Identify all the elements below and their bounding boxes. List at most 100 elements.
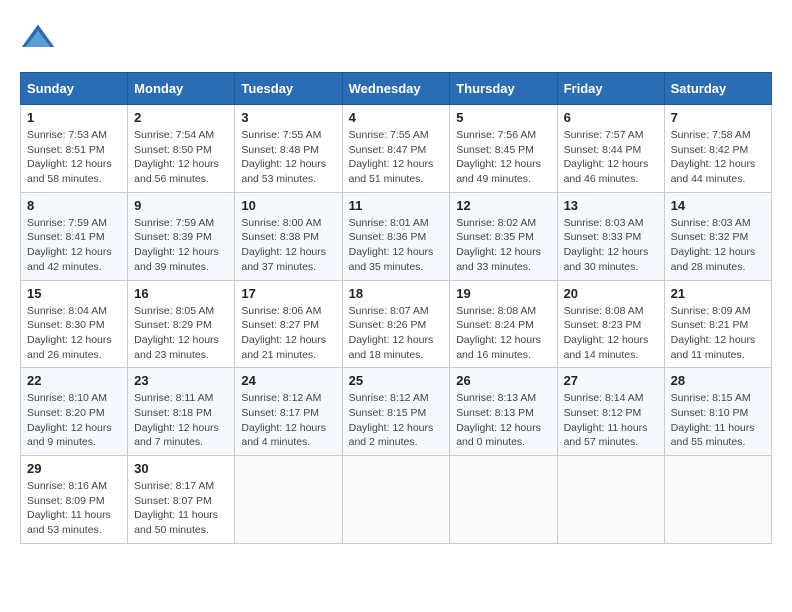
day-info: Sunrise: 8:10 AM Sunset: 8:20 PM Dayligh… bbox=[27, 391, 121, 450]
day-info: Sunrise: 7:58 AM Sunset: 8:42 PM Dayligh… bbox=[671, 128, 765, 187]
day-number: 25 bbox=[349, 373, 444, 388]
calendar-cell bbox=[664, 456, 771, 544]
day-info: Sunrise: 7:53 AM Sunset: 8:51 PM Dayligh… bbox=[27, 128, 121, 187]
calendar-cell: 28 Sunrise: 8:15 AM Sunset: 8:10 PM Dayli… bbox=[664, 368, 771, 456]
calendar-cell: 12 Sunrise: 8:02 AM Sunset: 8:35 PM Dayli… bbox=[450, 192, 557, 280]
column-header-thursday: Thursday bbox=[450, 73, 557, 105]
calendar-cell: 29 Sunrise: 8:16 AM Sunset: 8:09 PM Dayli… bbox=[21, 456, 128, 544]
day-info: Sunrise: 8:00 AM Sunset: 8:38 PM Dayligh… bbox=[241, 216, 335, 275]
day-info: Sunrise: 7:57 AM Sunset: 8:44 PM Dayligh… bbox=[564, 128, 658, 187]
day-info: Sunrise: 8:09 AM Sunset: 8:21 PM Dayligh… bbox=[671, 304, 765, 363]
column-header-saturday: Saturday bbox=[664, 73, 771, 105]
calendar-cell: 15 Sunrise: 8:04 AM Sunset: 8:30 PM Dayli… bbox=[21, 280, 128, 368]
page-header bbox=[20, 20, 772, 56]
day-number: 18 bbox=[349, 286, 444, 301]
day-number: 12 bbox=[456, 198, 550, 213]
calendar-cell: 18 Sunrise: 8:07 AM Sunset: 8:26 PM Dayli… bbox=[342, 280, 450, 368]
calendar-cell: 8 Sunrise: 7:59 AM Sunset: 8:41 PM Daylig… bbox=[21, 192, 128, 280]
calendar-cell: 11Sunrise: 8:01 AM Sunset: 8:36 PM Dayli… bbox=[342, 192, 450, 280]
day-number: 21 bbox=[671, 286, 765, 301]
day-info: Sunrise: 8:04 AM Sunset: 8:30 PM Dayligh… bbox=[27, 304, 121, 363]
day-number: 13 bbox=[564, 198, 658, 213]
day-number: 11 bbox=[349, 198, 444, 213]
calendar-cell bbox=[235, 456, 342, 544]
day-number: 1 bbox=[27, 110, 121, 125]
day-number: 17 bbox=[241, 286, 335, 301]
day-info: Sunrise: 7:59 AM Sunset: 8:41 PM Dayligh… bbox=[27, 216, 121, 275]
calendar-cell: 17 Sunrise: 8:06 AM Sunset: 8:27 PM Dayli… bbox=[235, 280, 342, 368]
calendar-header: SundayMondayTuesdayWednesdayThursdayFrid… bbox=[21, 73, 772, 105]
day-info: Sunrise: 8:07 AM Sunset: 8:26 PM Dayligh… bbox=[349, 304, 444, 363]
logo bbox=[20, 20, 60, 56]
calendar-cell: 9 Sunrise: 7:59 AM Sunset: 8:39 PM Daylig… bbox=[128, 192, 235, 280]
column-header-monday: Monday bbox=[128, 73, 235, 105]
calendar-week-5: 29 Sunrise: 8:16 AM Sunset: 8:09 PM Dayli… bbox=[21, 456, 772, 544]
calendar-week-2: 8 Sunrise: 7:59 AM Sunset: 8:41 PM Daylig… bbox=[21, 192, 772, 280]
day-number: 30 bbox=[134, 461, 228, 476]
day-info: Sunrise: 7:54 AM Sunset: 8:50 PM Dayligh… bbox=[134, 128, 228, 187]
day-number: 9 bbox=[134, 198, 228, 213]
day-info: Sunrise: 8:05 AM Sunset: 8:29 PM Dayligh… bbox=[134, 304, 228, 363]
column-header-sunday: Sunday bbox=[21, 73, 128, 105]
calendar-cell: 7 Sunrise: 7:58 AM Sunset: 8:42 PM Daylig… bbox=[664, 105, 771, 193]
day-number: 7 bbox=[671, 110, 765, 125]
calendar-cell: 22 Sunrise: 8:10 AM Sunset: 8:20 PM Dayli… bbox=[21, 368, 128, 456]
day-number: 27 bbox=[564, 373, 658, 388]
day-number: 19 bbox=[456, 286, 550, 301]
day-number: 8 bbox=[27, 198, 121, 213]
day-number: 2 bbox=[134, 110, 228, 125]
day-number: 24 bbox=[241, 373, 335, 388]
calendar-cell: 23Sunrise: 8:11 AM Sunset: 8:18 PM Dayli… bbox=[128, 368, 235, 456]
calendar-cell bbox=[450, 456, 557, 544]
calendar-cell: 21 Sunrise: 8:09 AM Sunset: 8:21 PM Dayli… bbox=[664, 280, 771, 368]
day-info: Sunrise: 8:16 AM Sunset: 8:09 PM Dayligh… bbox=[27, 479, 121, 538]
calendar-week-3: 15 Sunrise: 8:04 AM Sunset: 8:30 PM Dayli… bbox=[21, 280, 772, 368]
day-number: 15 bbox=[27, 286, 121, 301]
calendar-cell: 19 Sunrise: 8:08 AM Sunset: 8:24 PM Dayli… bbox=[450, 280, 557, 368]
day-number: 10 bbox=[241, 198, 335, 213]
day-info: Sunrise: 8:12 AM Sunset: 8:15 PM Dayligh… bbox=[349, 391, 444, 450]
day-info: Sunrise: 8:15 AM Sunset: 8:10 PM Dayligh… bbox=[671, 391, 765, 450]
day-info: Sunrise: 8:08 AM Sunset: 8:24 PM Dayligh… bbox=[456, 304, 550, 363]
day-info: Sunrise: 8:08 AM Sunset: 8:23 PM Dayligh… bbox=[564, 304, 658, 363]
calendar-cell: 26 Sunrise: 8:13 AM Sunset: 8:13 PM Dayli… bbox=[450, 368, 557, 456]
column-header-wednesday: Wednesday bbox=[342, 73, 450, 105]
logo-icon bbox=[20, 20, 56, 56]
column-header-tuesday: Tuesday bbox=[235, 73, 342, 105]
column-header-friday: Friday bbox=[557, 73, 664, 105]
day-info: Sunrise: 7:55 AM Sunset: 8:47 PM Dayligh… bbox=[349, 128, 444, 187]
day-info: Sunrise: 7:55 AM Sunset: 8:48 PM Dayligh… bbox=[241, 128, 335, 187]
day-number: 3 bbox=[241, 110, 335, 125]
calendar-cell: 3 Sunrise: 7:55 AM Sunset: 8:48 PM Daylig… bbox=[235, 105, 342, 193]
calendar-cell: 25 Sunrise: 8:12 AM Sunset: 8:15 PM Dayli… bbox=[342, 368, 450, 456]
calendar-cell: 4 Sunrise: 7:55 AM Sunset: 8:47 PM Daylig… bbox=[342, 105, 450, 193]
day-info: Sunrise: 7:59 AM Sunset: 8:39 PM Dayligh… bbox=[134, 216, 228, 275]
day-number: 23 bbox=[134, 373, 228, 388]
day-number: 20 bbox=[564, 286, 658, 301]
day-info: Sunrise: 8:02 AM Sunset: 8:35 PM Dayligh… bbox=[456, 216, 550, 275]
calendar-cell: 5Sunrise: 7:56 AM Sunset: 8:45 PM Daylig… bbox=[450, 105, 557, 193]
calendar-cell: 24Sunrise: 8:12 AM Sunset: 8:17 PM Dayli… bbox=[235, 368, 342, 456]
calendar-cell: 1 Sunrise: 7:53 AM Sunset: 8:51 PM Daylig… bbox=[21, 105, 128, 193]
day-info: Sunrise: 8:06 AM Sunset: 8:27 PM Dayligh… bbox=[241, 304, 335, 363]
day-number: 22 bbox=[27, 373, 121, 388]
calendar-cell: 27 Sunrise: 8:14 AM Sunset: 8:12 PM Dayli… bbox=[557, 368, 664, 456]
day-info: Sunrise: 8:03 AM Sunset: 8:33 PM Dayligh… bbox=[564, 216, 658, 275]
day-number: 6 bbox=[564, 110, 658, 125]
day-number: 5 bbox=[456, 110, 550, 125]
day-number: 14 bbox=[671, 198, 765, 213]
calendar-cell: 20 Sunrise: 8:08 AM Sunset: 8:23 PM Dayli… bbox=[557, 280, 664, 368]
day-number: 26 bbox=[456, 373, 550, 388]
day-number: 16 bbox=[134, 286, 228, 301]
calendar-week-1: 1 Sunrise: 7:53 AM Sunset: 8:51 PM Daylig… bbox=[21, 105, 772, 193]
day-number: 4 bbox=[349, 110, 444, 125]
day-info: Sunrise: 8:13 AM Sunset: 8:13 PM Dayligh… bbox=[456, 391, 550, 450]
day-info: Sunrise: 8:14 AM Sunset: 8:12 PM Dayligh… bbox=[564, 391, 658, 450]
calendar-cell: 6 Sunrise: 7:57 AM Sunset: 8:44 PM Daylig… bbox=[557, 105, 664, 193]
day-number: 29 bbox=[27, 461, 121, 476]
calendar-cell: 2 Sunrise: 7:54 AM Sunset: 8:50 PM Daylig… bbox=[128, 105, 235, 193]
calendar-week-4: 22 Sunrise: 8:10 AM Sunset: 8:20 PM Dayli… bbox=[21, 368, 772, 456]
day-number: 28 bbox=[671, 373, 765, 388]
day-info: Sunrise: 8:03 AM Sunset: 8:32 PM Dayligh… bbox=[671, 216, 765, 275]
calendar-cell bbox=[557, 456, 664, 544]
